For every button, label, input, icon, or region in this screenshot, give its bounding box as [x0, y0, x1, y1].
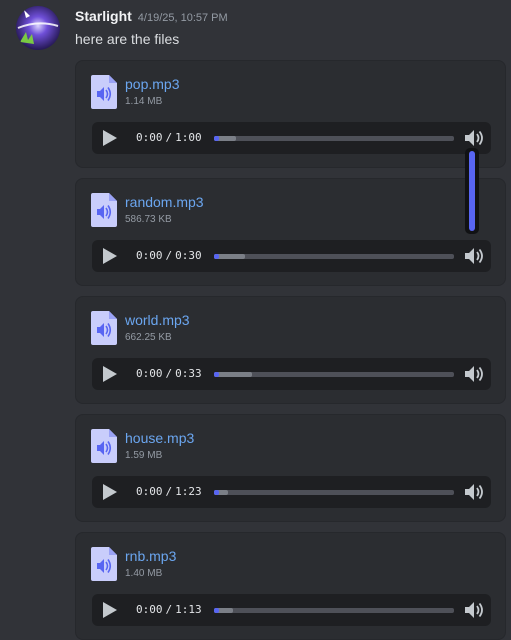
- time-separator: /: [165, 131, 173, 144]
- file-size: 662.25 KB: [125, 332, 172, 343]
- audio-file-icon: [91, 193, 117, 227]
- seek-bar[interactable]: [214, 608, 454, 613]
- seek-played: [214, 136, 219, 141]
- volume-level: [469, 151, 475, 231]
- username[interactable]: Starlight: [75, 8, 132, 24]
- time-display: 0:00/0:33: [136, 367, 202, 380]
- seek-bar[interactable]: [214, 136, 454, 141]
- file-size: 586.73 KB: [125, 214, 172, 225]
- audio-attachment: pop.mp3 1.14 MB 0:00/1:00: [75, 60, 506, 168]
- seek-played: [214, 254, 219, 259]
- duration: 0:33: [175, 367, 202, 380]
- time-separator: /: [165, 249, 173, 262]
- current-time: 0:00: [136, 131, 163, 144]
- seek-played: [214, 608, 219, 613]
- time-display: 0:00/1:13: [136, 603, 202, 616]
- file-name-link[interactable]: house.mp3: [125, 430, 194, 446]
- current-time: 0:00: [136, 249, 163, 262]
- time-display: 0:00/0:30: [136, 249, 202, 262]
- audio-file-icon: [91, 311, 117, 345]
- file-name-link[interactable]: random.mp3: [125, 194, 204, 210]
- seek-played: [214, 372, 219, 377]
- current-time: 0:00: [136, 603, 163, 616]
- duration: 1:23: [175, 485, 202, 498]
- audio-player: 0:00/1:13: [92, 594, 491, 626]
- audio-attachment: random.mp3 586.73 KB 0:00/0:30: [75, 178, 506, 286]
- time-separator: /: [165, 367, 173, 380]
- file-size: 1.40 MB: [125, 568, 163, 579]
- file-size: 1.14 MB: [125, 96, 163, 107]
- current-time: 0:00: [136, 367, 163, 380]
- play-icon[interactable]: [99, 600, 119, 620]
- volume-icon[interactable]: [464, 364, 486, 384]
- volume-slider[interactable]: [465, 148, 479, 234]
- duration: 1:00: [175, 131, 202, 144]
- audio-player: 0:00/0:33: [92, 358, 491, 390]
- seek-bar[interactable]: [214, 490, 454, 495]
- time-display: 0:00/1:00: [136, 131, 202, 144]
- audio-attachment: house.mp3 1.59 MB 0:00/1:23: [75, 414, 506, 522]
- avatar[interactable]: [16, 6, 60, 50]
- duration: 1:13: [175, 603, 202, 616]
- time-display: 0:00/1:23: [136, 485, 202, 498]
- file-name-link[interactable]: pop.mp3: [125, 76, 179, 92]
- volume-icon[interactable]: [464, 600, 486, 620]
- play-icon[interactable]: [99, 364, 119, 384]
- seek-bar[interactable]: [214, 254, 454, 259]
- audio-file-icon: [91, 75, 117, 109]
- play-icon[interactable]: [99, 128, 119, 148]
- file-name-link[interactable]: world.mp3: [125, 312, 190, 328]
- duration: 0:30: [175, 249, 202, 262]
- audio-player: 0:00/0:30: [92, 240, 491, 272]
- audio-file-icon: [91, 547, 117, 581]
- play-icon[interactable]: [99, 246, 119, 266]
- timestamp[interactable]: 4/19/25, 10:57 PM: [138, 12, 228, 24]
- audio-file-icon: [91, 429, 117, 463]
- message-header: Starlight 4/19/25, 10:57 PM: [75, 8, 228, 24]
- volume-icon[interactable]: [464, 482, 486, 502]
- chat-message: Starlight 4/19/25, 10:57 PM here are the…: [0, 0, 511, 640]
- time-separator: /: [165, 485, 173, 498]
- volume-icon[interactable]: [464, 246, 486, 266]
- volume-icon[interactable]: [464, 128, 486, 148]
- play-icon[interactable]: [99, 482, 119, 502]
- current-time: 0:00: [136, 485, 163, 498]
- time-separator: /: [165, 603, 173, 616]
- file-name-link[interactable]: rnb.mp3: [125, 548, 176, 564]
- audio-attachment: rnb.mp3 1.40 MB 0:00/1:13: [75, 532, 506, 640]
- audio-attachment: world.mp3 662.25 KB 0:00/0:33: [75, 296, 506, 404]
- seek-bar[interactable]: [214, 372, 454, 377]
- message-content: here are the files: [75, 31, 180, 47]
- seek-played: [214, 490, 219, 495]
- audio-player: 0:00/1:23: [92, 476, 491, 508]
- audio-player: 0:00/1:00: [92, 122, 491, 154]
- seek-buffered: [214, 372, 252, 377]
- file-size: 1.59 MB: [125, 450, 163, 461]
